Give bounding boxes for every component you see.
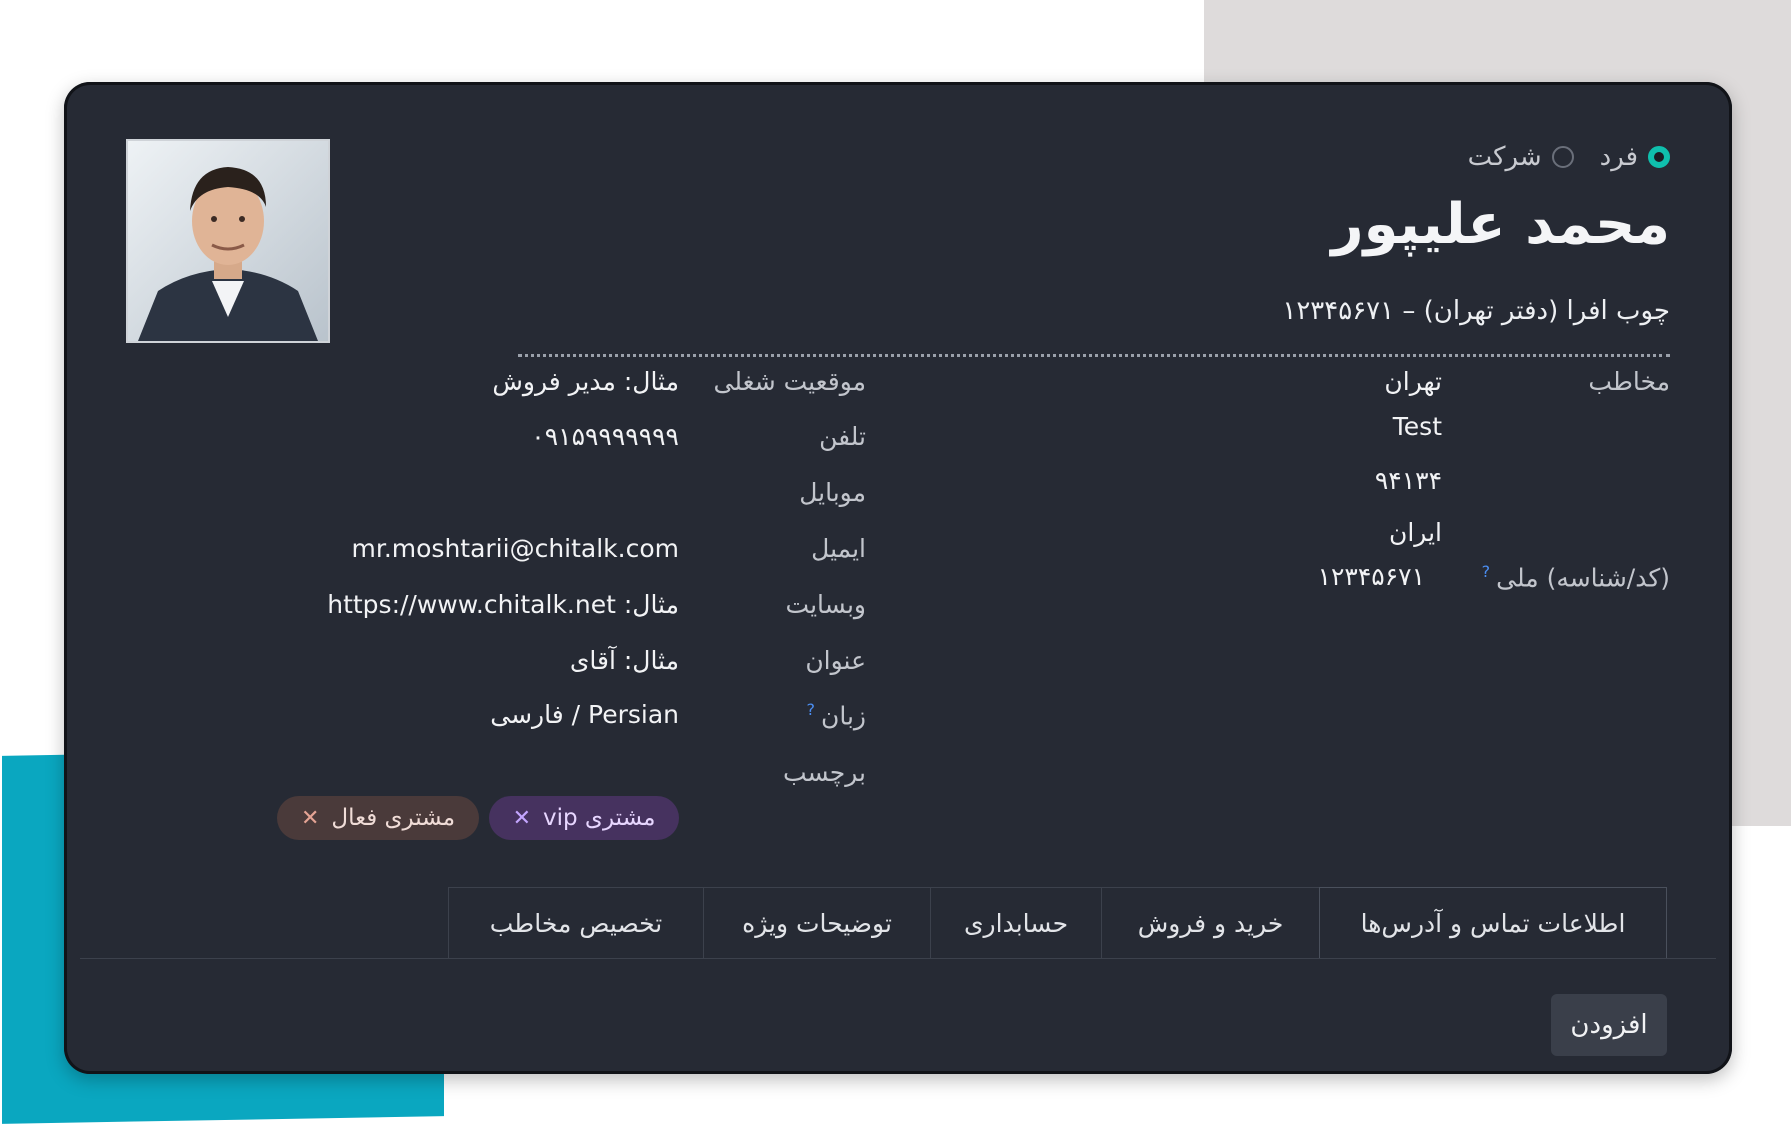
contact-avatar[interactable] [126,139,330,343]
language-field[interactable]: Persian / فارسی [490,700,679,729]
phone-label: تلفن [819,422,866,451]
add-button[interactable]: افزودن [1551,994,1667,1056]
help-icon[interactable]: ? [806,700,815,719]
national-id-label: (کد/شناسه) ملی? [1482,562,1670,592]
language-label-text: زبان [820,701,866,731]
mobile-label: موبایل [799,478,866,507]
tab-accounting[interactable]: حسابداری [930,887,1102,959]
radio-selected-icon[interactable] [1648,146,1670,168]
contact-label: مخاطب [1588,367,1670,396]
type-option-person-label: فرد [1599,142,1638,172]
website-label: وبسایت [785,590,866,619]
language-label: زبان? [806,700,866,730]
remove-tag-icon[interactable]: ✕ [513,806,531,831]
company-field[interactable]: چوب افرا (دفتر تهران) – ۱۲۳۴۵۶۷۱ [1282,296,1670,326]
tab-contacts-addresses[interactable]: اطلاعات تماس و آدرس‌ها [1319,887,1667,959]
title-label: عنوان [805,646,866,675]
type-option-person[interactable]: فرد [1600,142,1670,172]
tab-assignment[interactable]: تخصیص مخاطب [448,887,704,959]
tab-sales-purchase[interactable]: خرید و فروش [1101,887,1320,959]
zip-field[interactable]: ۹۴۱۳۴ [1375,466,1442,495]
job-position-label: موقعیت شغلی [713,367,866,396]
street-field[interactable]: Test [1393,412,1442,441]
job-position-field[interactable]: مثال: مدیر فروش [492,367,679,396]
person-photo [128,141,328,341]
contact-type-selector: فرد شرکت [1454,139,1670,175]
type-option-company-label: شرکت [1467,142,1542,172]
radio-empty-icon[interactable] [1551,146,1574,168]
national-id-field[interactable]: ۱۲۳۴۵۶۷۱ [1318,562,1425,591]
city-field[interactable]: تهران [1384,367,1442,396]
title-field[interactable]: مثال: آقای [570,646,679,675]
contact-form-card: فرد شرکت محمد علیپور چوب افرا (دفتر تهرا… [64,82,1732,1074]
national-id-label-text: (کد/شناسه) ملی [1496,563,1670,593]
country-field[interactable]: ایران [1389,518,1442,547]
tag-chip-label: مشتری vip [543,805,656,831]
tag-chip-active: مشتری فعال ✕ [277,796,479,840]
type-option-company[interactable]: شرکت [1468,142,1574,172]
tag-chip-label: مشتری فعال [331,805,456,831]
tabs-divider [80,958,1716,959]
tags-label: برچسب [782,758,866,787]
notebook-tabs: اطلاعات تماس و آدرس‌ها خرید و فروش حسابد… [448,887,1667,959]
email-field[interactable]: mr.moshtarii@chitalk.com [351,534,679,563]
tag-chip-vip: مشتری vip ✕ [489,796,679,840]
phone-field[interactable]: ۰۹۱۵۹۹۹۹۹۹۹ [531,422,679,451]
tab-internal-notes[interactable]: توضیحات ویژه [703,887,931,959]
help-icon[interactable]: ? [1482,562,1491,581]
contact-name[interactable]: محمد علیپور [1331,192,1670,257]
company-field-underline [518,354,1670,357]
remove-tag-icon[interactable]: ✕ [301,806,319,831]
mobile-field[interactable] [379,478,679,508]
website-field[interactable]: مثال: https://www.chitalk.net [327,590,679,619]
email-label: ایمیل [811,534,866,563]
